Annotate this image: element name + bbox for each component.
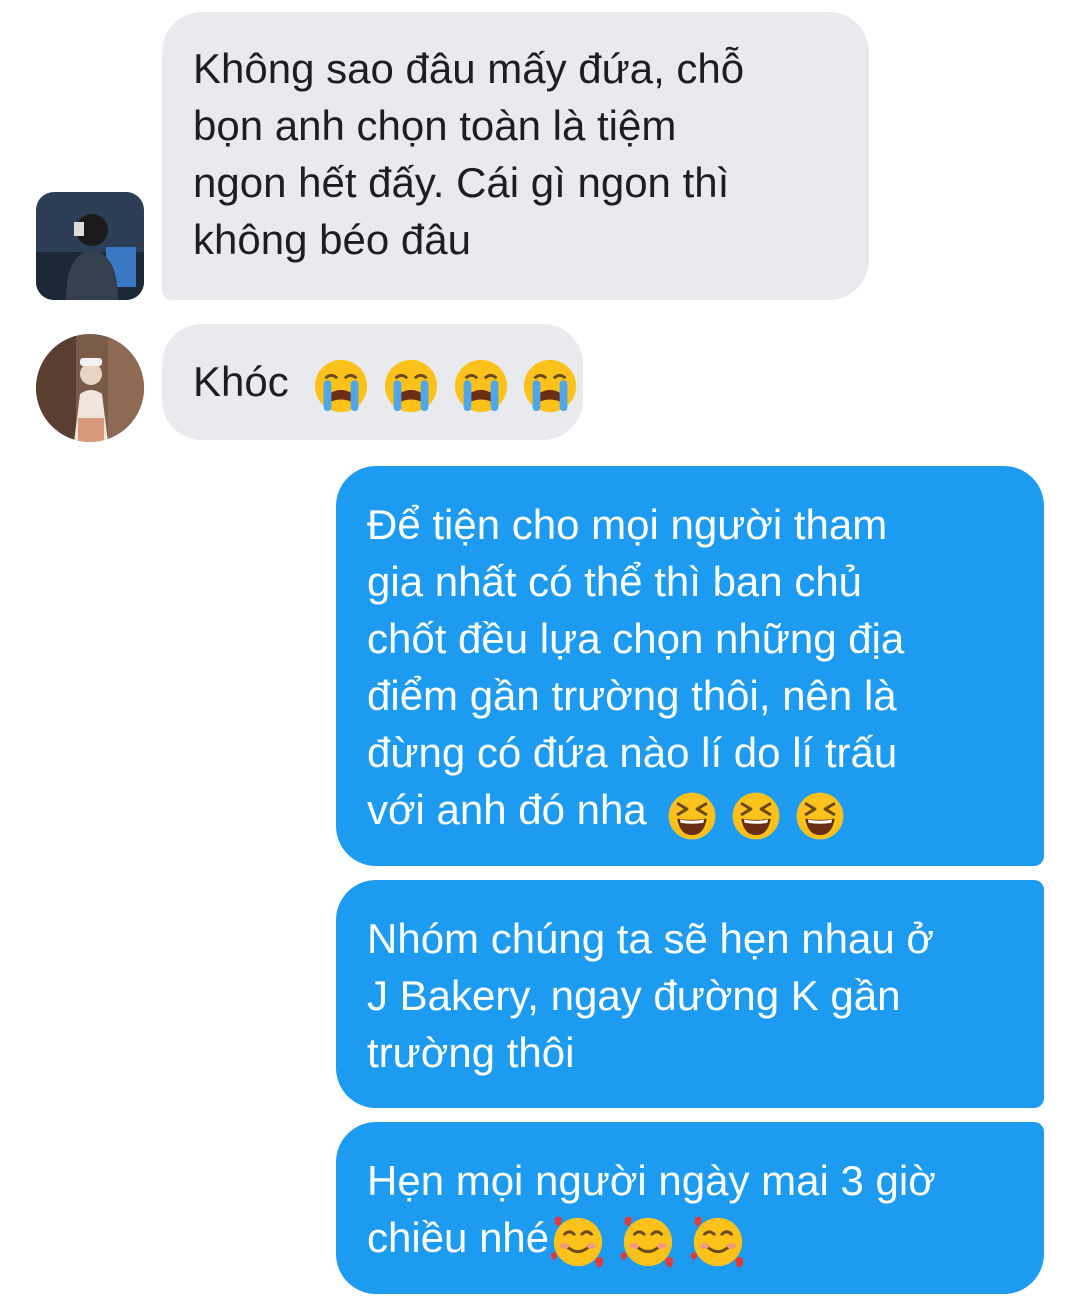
message-text-line: trường thôi bbox=[367, 1029, 575, 1076]
message-text-line: bọn anh chọn toàn là tiệm bbox=[193, 102, 677, 149]
message-text-line: J Bakery, ngay đường K gần bbox=[367, 972, 901, 1019]
message-text-line: điểm gần trường thôi, nên là bbox=[367, 672, 897, 719]
message-text-line: gia nhất có thể thì ban chủ bbox=[367, 558, 863, 605]
message-text: Khóc bbox=[193, 358, 289, 405]
message-bubble-incoming-1[interactable]: Không sao đâu mấy đứa, chỗ bọn anh chọn … bbox=[162, 12, 869, 300]
message-bubble-outgoing-2[interactable]: Nhóm chúng ta sẽ hẹn nhau ở J Bakery, ng… bbox=[336, 880, 1044, 1108]
smiling-face-with-hearts-emoji bbox=[690, 1217, 743, 1269]
grinning-squinting-face-emoji bbox=[796, 792, 844, 840]
loudly-crying-face-emoji bbox=[524, 360, 577, 413]
message-text-line: Hẹn mọi người ngày mai 3 giờ bbox=[367, 1157, 936, 1204]
message-text-line: Để tiện cho mọi người tham bbox=[367, 501, 888, 548]
avatar-photo-1 bbox=[36, 192, 144, 300]
message-text: chiều nhé bbox=[367, 1214, 550, 1261]
message-text-line: không béo đâu bbox=[193, 216, 471, 263]
message-text-line: Không sao đâu mấy đứa, chỗ bbox=[193, 45, 745, 92]
grinning-squinting-face-emoji bbox=[669, 792, 716, 840]
message-bubble-outgoing-1[interactable]: Để tiện cho mọi người tham gia nhất có t… bbox=[336, 466, 1044, 866]
grinning-squinting-face-emoji bbox=[732, 792, 780, 840]
avatar-photo-2 bbox=[36, 334, 144, 442]
message-text-line: đừng có đứa nào lí do lí trấu bbox=[367, 729, 898, 776]
loudly-crying-face-emoji bbox=[454, 360, 507, 413]
loudly-crying-face-emoji bbox=[384, 360, 438, 413]
message-text: với anh đó nha bbox=[367, 786, 647, 833]
loudly-crying-face-emoji bbox=[315, 360, 368, 413]
sender-avatar-1[interactable] bbox=[36, 192, 144, 300]
message-text-line: ngon hết đấy. Cái gì ngon thì bbox=[193, 159, 730, 206]
smiling-face-with-hearts-emoji bbox=[620, 1217, 673, 1269]
message-bubble-incoming-2[interactable]: Khóc bbox=[162, 324, 583, 440]
sender-avatar-2[interactable] bbox=[36, 334, 144, 442]
message-text-line: chốt đều lựa chọn những địa bbox=[367, 615, 905, 662]
message-text-line: Nhóm chúng ta sẽ hẹn nhau ở bbox=[367, 915, 934, 962]
message-bubble-outgoing-3[interactable]: Hẹn mọi người ngày mai 3 giờ chiều nhé bbox=[336, 1122, 1044, 1294]
smiling-face-with-hearts-emoji bbox=[551, 1217, 604, 1269]
